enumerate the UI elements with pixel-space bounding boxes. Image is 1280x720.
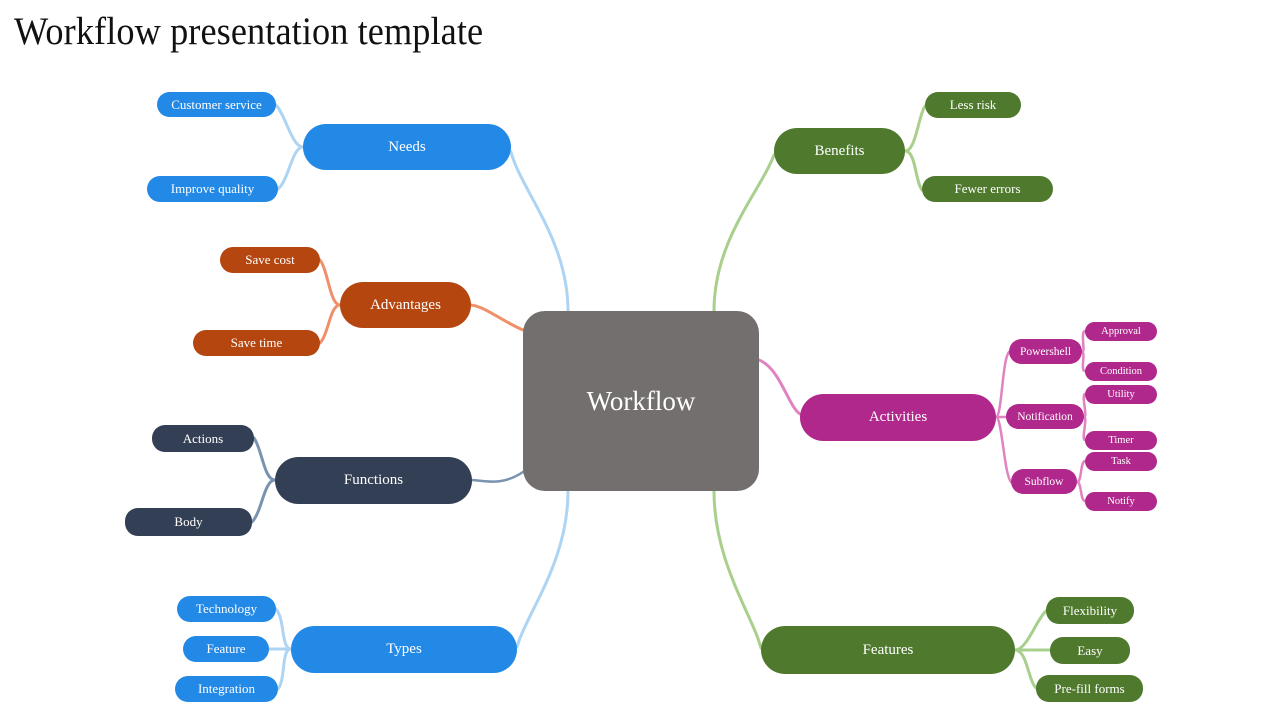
edge-ben-fewer-errors — [903, 149, 924, 192]
child-node-fewer-errors[interactable]: Fewer errors — [922, 176, 1053, 202]
branch-node-activities-label: Activities — [868, 409, 928, 425]
branch-node-needs[interactable]: Needs — [303, 124, 511, 170]
edge-feat-pre-fill-forms — [1013, 648, 1038, 690]
child-node-less-risk-label: Less risk — [949, 97, 997, 112]
edge-act-subflow — [994, 415, 1013, 484]
child-node-save-cost[interactable]: Save cost — [220, 247, 320, 273]
grandchild-node-task[interactable]: Task — [1085, 452, 1157, 471]
branch-node-needs-label: Needs — [388, 138, 426, 155]
grandchild-node-timer[interactable]: Timer — [1085, 431, 1157, 450]
child-node-technology[interactable]: Technology — [177, 596, 276, 622]
branch-node-functions-label: Functions — [343, 472, 404, 488]
child-node-improve-quality[interactable]: Improve quality — [147, 176, 278, 202]
child-node-fewer-errors-label: Fewer errors — [954, 181, 1021, 196]
child-node-subflow-label: Subflow — [1024, 475, 1064, 488]
grandchild-node-task-label: Task — [1111, 456, 1131, 467]
branch-node-types[interactable]: Types — [291, 626, 517, 673]
child-node-integration[interactable]: Integration — [175, 676, 278, 702]
branch-node-features[interactable]: Features — [761, 626, 1015, 674]
grandchild-node-approval[interactable]: Approval — [1085, 322, 1157, 341]
branch-node-advantages-label: Advantages — [370, 296, 441, 313]
child-node-save-time-label: Save time — [230, 335, 283, 350]
edge-adv-save-cost — [318, 258, 342, 307]
child-node-pre-fill-forms-label: Pre-fill forms — [1054, 680, 1125, 696]
edge-root-benefits — [712, 153, 776, 313]
grandchild-node-utility-label: Utility — [1107, 389, 1135, 400]
branch-node-benefits[interactable]: Benefits — [774, 128, 905, 174]
child-node-less-risk[interactable]: Less risk — [925, 92, 1021, 118]
edge-func-actions — [252, 436, 277, 482]
edge-types-technology — [274, 607, 293, 651]
grandchild-node-notify[interactable]: Notify — [1085, 492, 1157, 511]
edge-needs-improve-quality — [276, 145, 305, 191]
edge-adv-save-time — [318, 303, 342, 345]
child-node-integration-label: Integration — [197, 681, 256, 696]
child-node-actions-label: Actions — [182, 430, 224, 446]
child-node-customer-service[interactable]: Customer service — [157, 92, 276, 117]
branch-node-activities[interactable]: Activities — [800, 394, 996, 441]
edge-sub-notify — [1075, 480, 1087, 503]
edge-root-advantages — [469, 303, 525, 332]
edge-func-body — [250, 478, 277, 524]
grandchild-node-notify-label: Notify — [1107, 496, 1135, 507]
branch-node-advantages[interactable]: Advantages — [340, 282, 471, 328]
child-node-easy[interactable]: Easy — [1050, 637, 1130, 664]
child-node-powershell[interactable]: Powershell — [1009, 339, 1082, 364]
branch-node-types-label: Types — [386, 641, 422, 657]
child-node-customer-service-label: Customer service — [171, 96, 262, 112]
root-node-workflow-label: Workflow — [586, 385, 696, 416]
edge-act-powershell — [994, 350, 1011, 419]
edge-ben-less-risk — [903, 104, 927, 153]
edge-root-activities — [757, 358, 802, 416]
edge-sub-task — [1075, 459, 1087, 484]
child-node-save-time[interactable]: Save time — [193, 330, 320, 356]
grandchild-node-timer-label: Timer — [1108, 435, 1134, 446]
grandchild-node-condition[interactable]: Condition — [1085, 362, 1157, 381]
child-node-notification[interactable]: Notification — [1006, 404, 1084, 429]
child-node-notification-label: Notification — [1017, 410, 1073, 423]
edge-root-functions — [470, 470, 525, 483]
branch-node-features-label: Features — [862, 641, 914, 658]
branch-node-functions[interactable]: Functions — [275, 457, 472, 504]
child-node-powershell-label: Powershell — [1019, 345, 1072, 358]
child-node-body[interactable]: Body — [125, 508, 252, 536]
child-node-feature[interactable]: Feature — [183, 636, 269, 662]
grandchild-node-utility[interactable]: Utility — [1085, 385, 1157, 404]
child-node-easy-label: Easy — [1077, 642, 1103, 658]
edge-root-types — [515, 489, 570, 649]
child-node-improve-quality-label: Improve quality — [170, 181, 255, 196]
child-node-flexibility[interactable]: Flexibility — [1046, 597, 1134, 624]
child-node-actions[interactable]: Actions — [152, 425, 254, 452]
child-node-feature-label: Feature — [206, 641, 246, 656]
edge-types-integration — [276, 647, 293, 691]
edge-needs-customer-service — [274, 103, 305, 149]
edge-root-features — [712, 489, 763, 650]
page-title: Workflow presentation template — [14, 10, 484, 53]
mindmap-canvas: Workflow presentation template Workflow N… — [0, 0, 1280, 720]
root-node-workflow[interactable]: Workflow — [523, 311, 759, 491]
child-node-subflow[interactable]: Subflow — [1011, 469, 1077, 494]
branch-node-benefits-label: Benefits — [814, 142, 865, 159]
grandchild-node-approval-label: Approval — [1101, 326, 1141, 337]
edge-feat-flexibility — [1013, 609, 1048, 652]
child-node-technology-label: Technology — [195, 601, 258, 616]
edge-root-needs — [509, 150, 570, 313]
child-node-body-label: Body — [174, 514, 203, 529]
child-node-pre-fill-forms[interactable]: Pre-fill forms — [1036, 675, 1143, 702]
child-node-flexibility-label: Flexibility — [1062, 602, 1118, 618]
grandchild-node-condition-label: Condition — [1099, 366, 1142, 377]
child-node-save-cost-label: Save cost — [245, 252, 295, 267]
